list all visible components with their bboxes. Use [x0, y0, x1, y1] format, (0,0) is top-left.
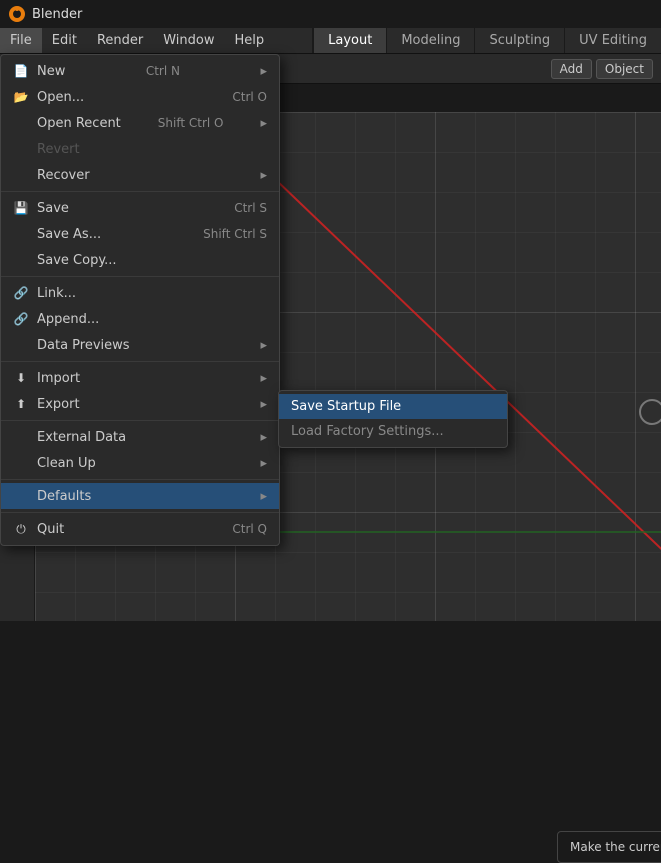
tooltip-text: Make the current file the default .blend…: [570, 840, 661, 854]
open-recent-arrow: ▸: [260, 116, 267, 131]
save-as-shortcut: Shift Ctrl S: [203, 227, 267, 241]
save-startup-label: Save Startup File: [291, 399, 401, 414]
data-previews-arrow: ▸: [260, 338, 267, 353]
save-label: Save: [37, 201, 69, 216]
defaults-label: Defaults: [37, 489, 91, 504]
file-menu-revert[interactable]: Revert: [1, 136, 279, 162]
new-shortcut: Ctrl N: [146, 64, 180, 78]
recover-icon: [13, 167, 29, 183]
open-recent-label: Open Recent: [37, 116, 121, 131]
file-menu-external-data[interactable]: External Data ▸: [1, 424, 279, 450]
defaults-arrow: ▸: [260, 489, 267, 504]
defaults-submenu: Save Startup File Load Factory Settings.…: [278, 390, 508, 448]
file-menu: 📄 New Ctrl N ▸ 📂 Open... Ctrl O Open Rec…: [0, 54, 280, 546]
import-icon: ⬇: [13, 370, 29, 386]
sep2: [1, 276, 279, 277]
save-copy-label: Save Copy...: [37, 253, 117, 268]
load-factory-label: Load Factory Settings...: [291, 424, 444, 439]
quit-label: Quit: [37, 522, 64, 537]
file-menu-clean-up[interactable]: Clean Up ▸: [1, 450, 279, 476]
file-menu-dropdown: 📄 New Ctrl N ▸ 📂 Open... Ctrl O Open Rec…: [0, 54, 280, 546]
file-menu-link[interactable]: 🔗 Link...: [1, 280, 279, 306]
save-startup-file-item[interactable]: Save Startup File: [279, 394, 507, 419]
file-menu-import[interactable]: ⬇ Import ▸: [1, 365, 279, 391]
tooltip: Make the current file the default .blend…: [557, 831, 661, 863]
file-menu-open-recent[interactable]: Open Recent Shift Ctrl O ▸: [1, 110, 279, 136]
recover-arrow: ▸: [260, 168, 267, 183]
tab-uv-editing[interactable]: UV Editing: [564, 28, 661, 53]
file-menu-export[interactable]: ⬆ Export ▸: [1, 391, 279, 417]
clean-up-icon: [13, 455, 29, 471]
export-icon: ⬆: [13, 396, 29, 412]
open-icon: 📂: [13, 89, 29, 105]
file-menu-save-copy[interactable]: Save Copy...: [1, 247, 279, 273]
file-menu-recover[interactable]: Recover ▸: [1, 162, 279, 188]
recover-label: Recover: [37, 168, 90, 183]
clean-up-label: Clean Up: [37, 456, 96, 471]
new-icon: 📄: [13, 63, 29, 79]
external-data-label: External Data: [37, 430, 126, 445]
file-menu-open[interactable]: 📂 Open... Ctrl O: [1, 84, 279, 110]
open-shortcut: Ctrl O: [232, 90, 267, 104]
file-menu-defaults[interactable]: Defaults ▸: [1, 483, 279, 509]
menu-window[interactable]: Window: [153, 28, 224, 53]
menu-bar: File Edit Render Window Help Layout Mode…: [0, 28, 661, 54]
external-data-arrow: ▸: [260, 430, 267, 445]
export-label: Export: [37, 397, 80, 412]
object-button[interactable]: Object: [596, 59, 653, 79]
app-logo: [8, 5, 26, 23]
file-menu-save-as[interactable]: Save As... Shift Ctrl S: [1, 221, 279, 247]
data-previews-label: Data Previews: [37, 338, 130, 353]
clean-up-arrow: ▸: [260, 456, 267, 471]
open-recent-shortcut: Shift Ctrl O: [158, 116, 224, 130]
save-shortcut: Ctrl S: [234, 201, 267, 215]
sep4: [1, 420, 279, 421]
sep1: [1, 191, 279, 192]
title-bar: Blender: [0, 0, 661, 28]
sep5: [1, 479, 279, 480]
file-menu-data-previews[interactable]: Data Previews ▸: [1, 332, 279, 358]
link-label: Link...: [37, 286, 76, 301]
tab-modeling[interactable]: Modeling: [386, 28, 474, 53]
revert-icon: [13, 141, 29, 157]
sep6: [1, 512, 279, 513]
external-data-icon: [13, 429, 29, 445]
data-previews-icon: [13, 337, 29, 353]
save-icon: 💾: [13, 200, 29, 216]
import-arrow: ▸: [260, 371, 267, 386]
open-recent-icon: [13, 115, 29, 131]
quit-icon: ⏻: [13, 521, 29, 537]
menu-help[interactable]: Help: [225, 28, 275, 53]
menu-edit[interactable]: Edit: [42, 28, 87, 53]
append-label: Append...: [37, 312, 99, 327]
defaults-icon: [13, 488, 29, 504]
file-menu-save[interactable]: 💾 Save Ctrl S: [1, 195, 279, 221]
new-arrow: ▸: [260, 64, 267, 79]
new-label: New: [37, 64, 65, 79]
file-menu-append[interactable]: 🔗 Append...: [1, 306, 279, 332]
menu-file[interactable]: File: [0, 28, 42, 53]
tab-layout[interactable]: Layout: [313, 28, 386, 53]
sep3: [1, 361, 279, 362]
menu-render[interactable]: Render: [87, 28, 153, 53]
tab-sculpting[interactable]: Sculpting: [474, 28, 564, 53]
save-as-label: Save As...: [37, 227, 101, 242]
save-copy-icon: [13, 252, 29, 268]
app-title: Blender: [32, 7, 82, 22]
file-menu-new[interactable]: 📄 New Ctrl N ▸: [1, 58, 279, 84]
import-label: Import: [37, 371, 80, 386]
append-icon: 🔗: [13, 311, 29, 327]
file-menu-quit[interactable]: ⏻ Quit Ctrl Q: [1, 516, 279, 542]
open-label: Open...: [37, 90, 84, 105]
quit-shortcut: Ctrl Q: [232, 522, 267, 536]
export-arrow: ▸: [260, 397, 267, 412]
add-button[interactable]: Add: [551, 59, 592, 79]
revert-label: Revert: [37, 142, 80, 157]
link-icon: 🔗: [13, 285, 29, 301]
load-factory-settings-item[interactable]: Load Factory Settings...: [279, 419, 507, 444]
save-as-icon: [13, 226, 29, 242]
